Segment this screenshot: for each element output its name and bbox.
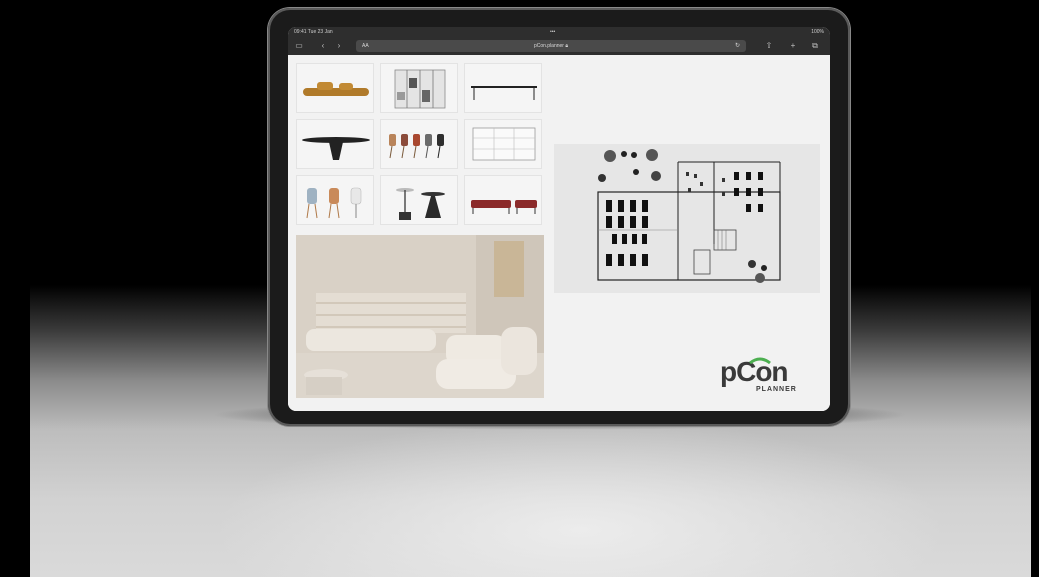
sidebar-icon[interactable]: ▭ [294,41,304,51]
conference-table-tile[interactable] [296,119,374,169]
pcon-planner-logo: pCon PLANNER [720,357,824,401]
reader-aa-button[interactable]: AA [362,40,369,52]
logo-accent-icon [749,357,771,365]
lounge-sofa-image [471,200,537,214]
bistro-tables-image [396,188,445,220]
sofa-image [303,82,369,96]
status-time: 09:41 Tue 23 Jan [294,29,333,35]
conference-table-image [302,137,370,160]
shelving-image [394,69,446,109]
page-content: pCon PLANNER [288,55,830,411]
share-icon[interactable]: ⇧ [764,41,774,51]
logo-subtitle: PLANNER [756,386,797,393]
interior-render[interactable] [296,235,544,398]
add-tab-icon[interactable]: + [788,41,798,51]
floor-plan-drawing [597,149,781,283]
tablet-device: 09:41 Tue 23 Jan ••• 100% ▭ ‹ › AA pCon.… [268,8,850,426]
product-scene: 09:41 Tue 23 Jan ••• 100% ▭ ‹ › AA pCon.… [0,0,1039,577]
status-bar: 09:41 Tue 23 Jan ••• 100% [288,27,830,37]
reload-icon[interactable]: ↻ [735,40,740,52]
interior-render-image [296,235,544,398]
bistro-tables-tile[interactable] [380,175,458,225]
dining-chairs-image [306,187,362,219]
multitask-dots[interactable]: ••• [550,27,555,37]
shelving-tile[interactable] [380,63,458,113]
url-text: pCon.planner [533,43,564,49]
lock-icon: 🔒︎ [565,43,569,49]
browser-toolbar: ▭ ‹ › AA pCon.planner 🔒︎ ↻ ⇧ + ⧉ [288,37,830,55]
back-icon[interactable]: ‹ [318,41,328,51]
storage-image [472,127,536,161]
sofa-tile[interactable] [296,63,374,113]
table-tile[interactable] [464,63,542,113]
battery-indicator: 100% [811,29,824,35]
storage-tile[interactable] [464,119,542,169]
forward-icon[interactable]: › [334,41,344,51]
dining-chairs-tile[interactable] [296,175,374,225]
tablet-screen: 09:41 Tue 23 Jan ••• 100% ▭ ‹ › AA pCon.… [288,27,830,411]
chairs-image [389,134,444,159]
lounge-sofa-tile[interactable] [464,175,542,225]
table-image [471,86,537,100]
chairs-tile[interactable] [380,119,458,169]
tabs-icon[interactable]: ⧉ [810,41,820,51]
address-bar[interactable]: AA pCon.planner 🔒︎ ↻ [356,40,746,52]
floor-plan[interactable] [554,144,820,293]
